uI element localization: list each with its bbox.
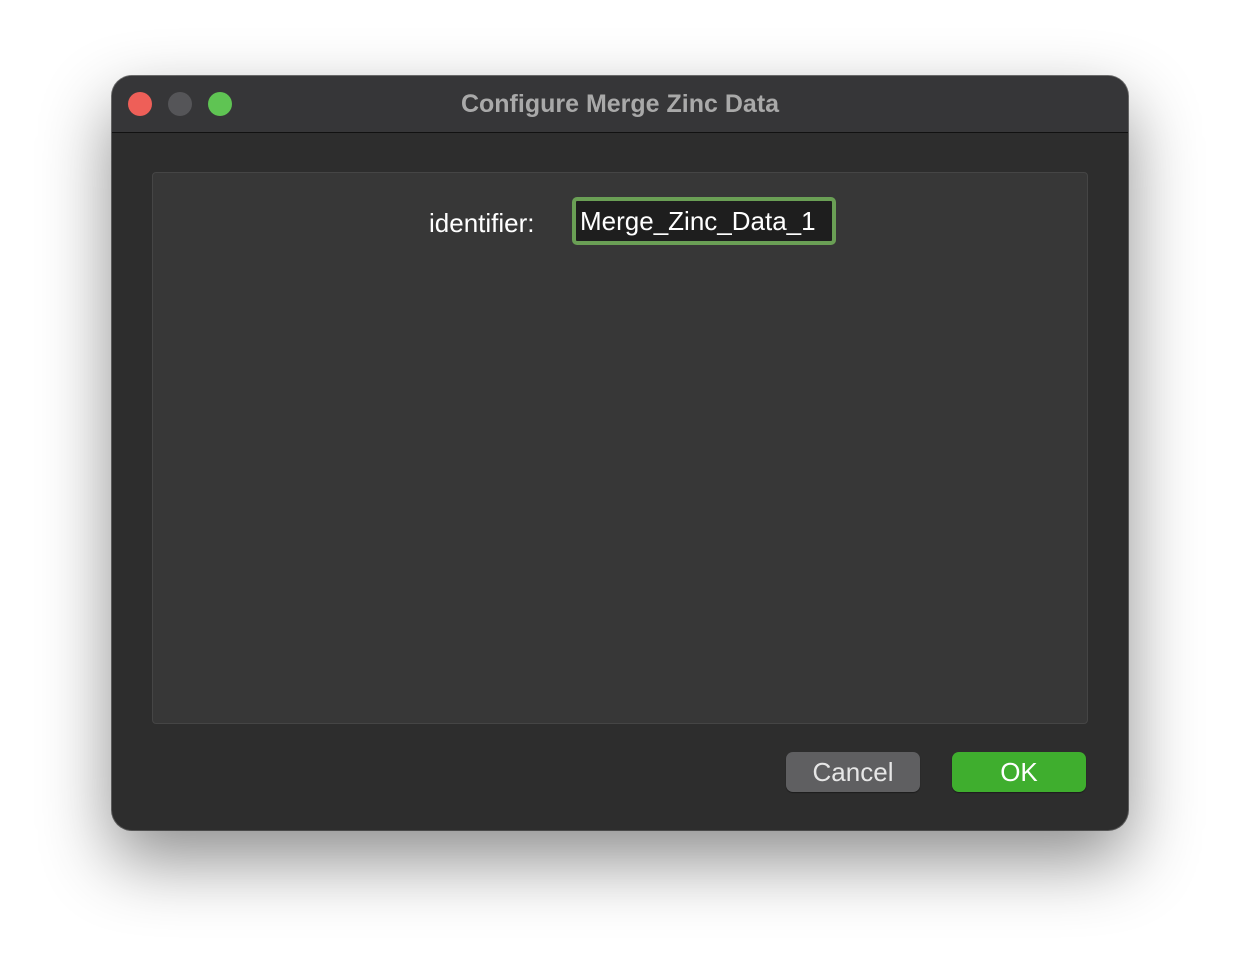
title-bar[interactable]: Configure Merge Zinc Data — [112, 76, 1128, 133]
cancel-button[interactable]: Cancel — [786, 752, 920, 792]
ok-button[interactable]: OK — [952, 752, 1086, 792]
window-title: Configure Merge Zinc Data — [460, 90, 780, 118]
identifier-label: identifier: — [429, 208, 535, 238]
dialog-window: Configure Merge Zinc Data identifier: Me… — [112, 76, 1128, 830]
settings-panel: identifier: Merge_Zinc_Data_1 — [152, 172, 1088, 724]
identifier-input[interactable]: Merge_Zinc_Data_1 — [572, 197, 836, 245]
